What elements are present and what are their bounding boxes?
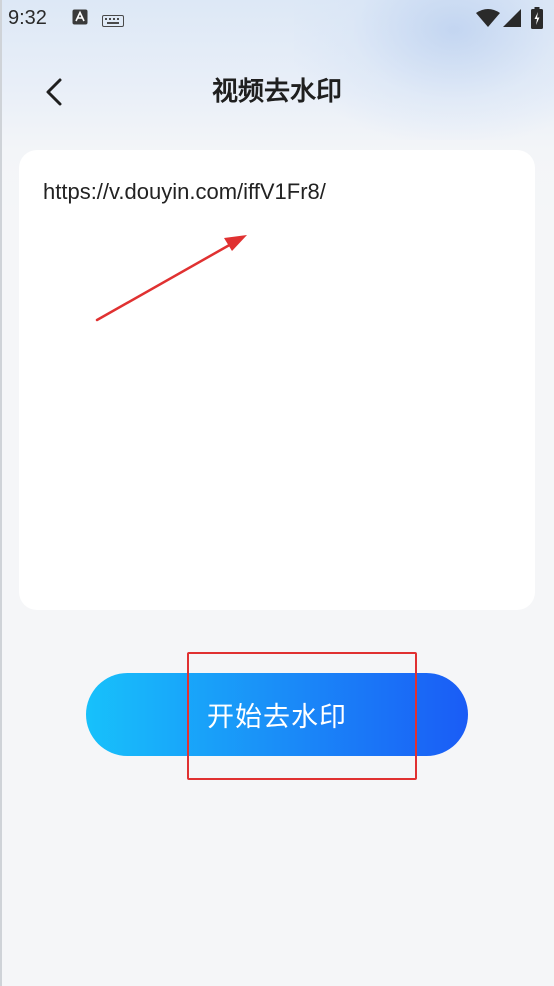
start-remove-watermark-button[interactable]: 开始去水印: [86, 673, 468, 756]
status-bar: 9:32: [0, 0, 554, 38]
wifi-icon: [476, 9, 500, 31]
a-notification-icon: [72, 9, 88, 29]
status-time: 9:32: [8, 7, 47, 29]
page-title: 视频去水印: [211, 77, 342, 107]
screen: 9:32 视频去水印 https://v.douyin.com/iffV1Fr8…: [0, 0, 554, 986]
url-input-field[interactable]: https://v.douyin.com/iffV1Fr8/: [43, 176, 515, 208]
keyboard-icon: [102, 12, 124, 31]
signal-icon: [503, 9, 521, 31]
left-edge-divider: [0, 0, 2, 986]
url-input-card[interactable]: https://v.douyin.com/iffV1Fr8/: [19, 150, 535, 610]
battery-icon: [531, 7, 543, 33]
